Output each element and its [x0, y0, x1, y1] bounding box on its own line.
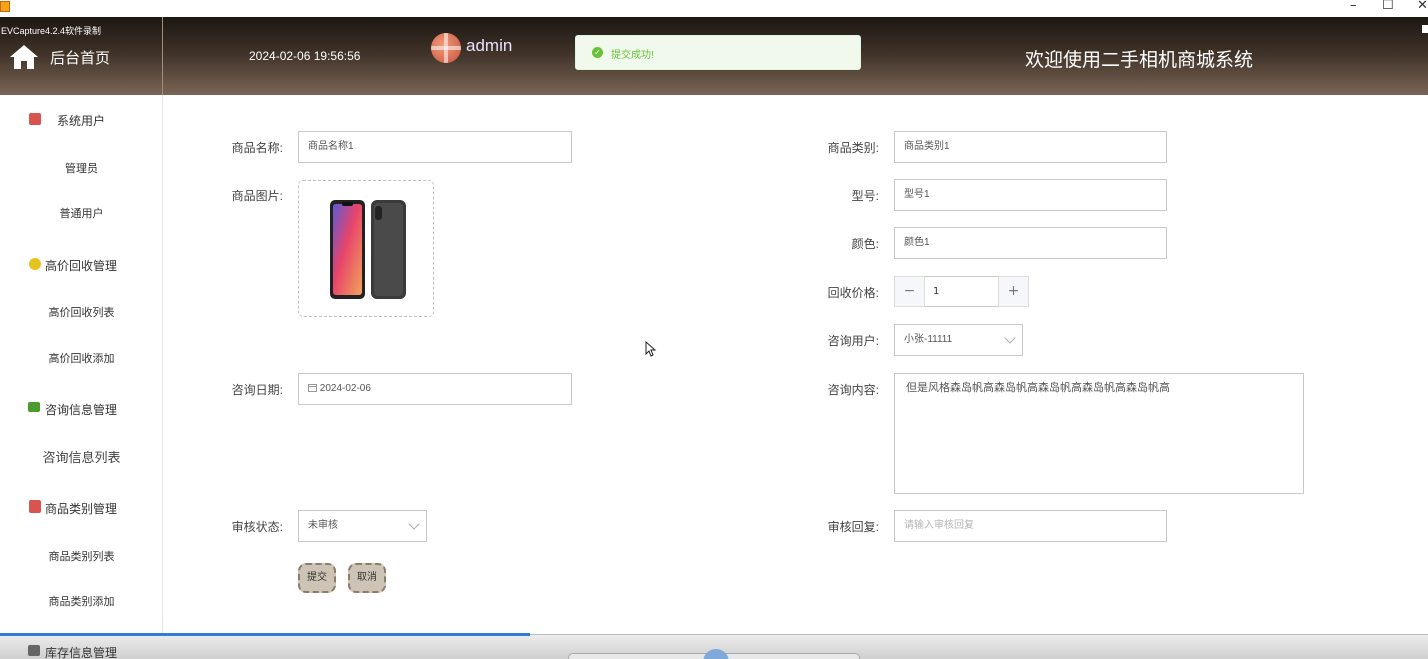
product-category-input[interactable]: 商品类别1 — [894, 131, 1167, 163]
recycle-price-stepper: − 1 + — [894, 276, 1029, 307]
consult-content-textarea[interactable]: 但是风格森岛帆高森岛帆高森岛帆高森岛帆高森岛帆高 — [894, 373, 1304, 494]
box-icon — [29, 258, 41, 270]
product-image-label: 商品图片: — [231, 189, 283, 203]
progress-bar — [0, 633, 530, 636]
sidebar-group-label: 商品类别管理 — [45, 502, 118, 516]
home-icon[interactable] — [9, 44, 39, 70]
book-icon — [29, 500, 41, 513]
minimize-button[interactable]: – — [1350, 0, 1357, 13]
sidebar-group-stock[interactable]: 库存信息管理 — [45, 644, 117, 659]
sidebar-item-category-add[interactable]: 商品类别添加 — [0, 593, 162, 609]
app-icon — [0, 1, 10, 12]
review-reply-input[interactable]: 请输入审核回复 — [894, 510, 1167, 542]
username[interactable]: admin — [466, 36, 512, 56]
welcome-title: 欢迎使用二手相机商城系统 — [1025, 50, 1254, 71]
consult-content-label: 咨询内容: — [827, 383, 879, 397]
success-toast: ✓ 提交成功! — [575, 35, 861, 70]
phone-image-icon — [330, 200, 406, 299]
close-button[interactable]: ✕ — [1417, 0, 1428, 13]
user-icon — [29, 113, 41, 125]
color-label: 颜色: — [851, 237, 879, 251]
color-input[interactable]: 颜色1 — [894, 227, 1167, 259]
review-reply-label: 审核回复: — [827, 520, 879, 534]
product-category-label: 商品类别: — [827, 141, 879, 155]
header-divider — [162, 17, 163, 95]
check-circle-icon: ✓ — [592, 47, 603, 58]
chevron-down-icon — [408, 518, 420, 530]
consult-date-value: 2024-02-06 — [319, 383, 371, 394]
grid-icon[interactable] — [1422, 25, 1428, 33]
review-status-select[interactable]: 未审核 — [298, 510, 427, 542]
cancel-button[interactable]: 取消 — [348, 563, 386, 593]
sidebar-group-label: 高价回收管理 — [45, 259, 118, 273]
product-image-upload[interactable] — [298, 180, 434, 317]
stack-icon — [28, 645, 40, 656]
sidebar-group-label: 咨询信息管理 — [45, 403, 118, 417]
maximize-button[interactable]: ☐ — [1382, 0, 1394, 13]
sidebar-group-label: 系统用户 — [57, 114, 106, 128]
consult-user-select[interactable]: 小张-11111 — [894, 324, 1023, 356]
consult-user-value: 小张-11111 — [904, 334, 953, 345]
consult-user-label: 咨询用户: — [827, 334, 879, 348]
sidebar-item-admin[interactable]: 管理员 — [0, 160, 162, 176]
recycle-price-label: 回收价格: — [827, 286, 879, 300]
model-input[interactable]: 型号1 — [894, 179, 1167, 211]
current-datetime: 2024-02-06 19:56:56 — [249, 49, 361, 63]
sidebar-item-normal-user[interactable]: 普通用户 — [0, 205, 162, 221]
product-name-input[interactable]: 商品名称1 — [298, 131, 572, 163]
consult-date-picker[interactable]: 2024-02-06 — [298, 373, 572, 405]
product-name-label: 商品名称: — [231, 141, 283, 155]
sidebar: 系统用户 管理员 普通用户 高价回收管理 高价回收列表 高价回收添加 咨询信息管… — [0, 95, 163, 659]
sidebar-item-recycle-add[interactable]: 高价回收添加 — [0, 350, 162, 366]
model-label: 型号: — [851, 189, 879, 203]
home-link[interactable]: 后台首页 — [50, 47, 110, 68]
recorder-knob[interactable] — [703, 649, 729, 659]
sidebar-item-consult-list[interactable]: 咨询信息列表 — [0, 447, 162, 466]
sidebar-item-category-list[interactable]: 商品类别列表 — [0, 548, 162, 564]
recycle-price-input[interactable]: 1 — [925, 276, 998, 307]
review-status-value: 未审核 — [308, 520, 338, 531]
chevron-down-icon — [1004, 332, 1016, 344]
recorder-bottom-bar: 库存信息管理 — [0, 633, 1428, 659]
calendar-icon — [308, 384, 317, 392]
decrement-button[interactable]: − — [894, 276, 925, 307]
window-titlebar: – ☐ ✕ — [0, 0, 1428, 17]
consult-date-label: 咨询日期: — [231, 383, 283, 397]
avatar[interactable] — [431, 33, 461, 63]
mouse-cursor-icon — [645, 341, 657, 357]
toast-message: 提交成功! — [611, 50, 654, 61]
sidebar-item-recycle-list[interactable]: 高价回收列表 — [0, 304, 162, 320]
review-status-label: 审核状态: — [231, 520, 283, 534]
chat-icon — [28, 402, 40, 412]
recorder-title: EVCapture4.2.4软件录制 — [1, 26, 102, 36]
submit-button[interactable]: 提交 — [298, 563, 336, 593]
increment-button[interactable]: + — [998, 276, 1029, 307]
